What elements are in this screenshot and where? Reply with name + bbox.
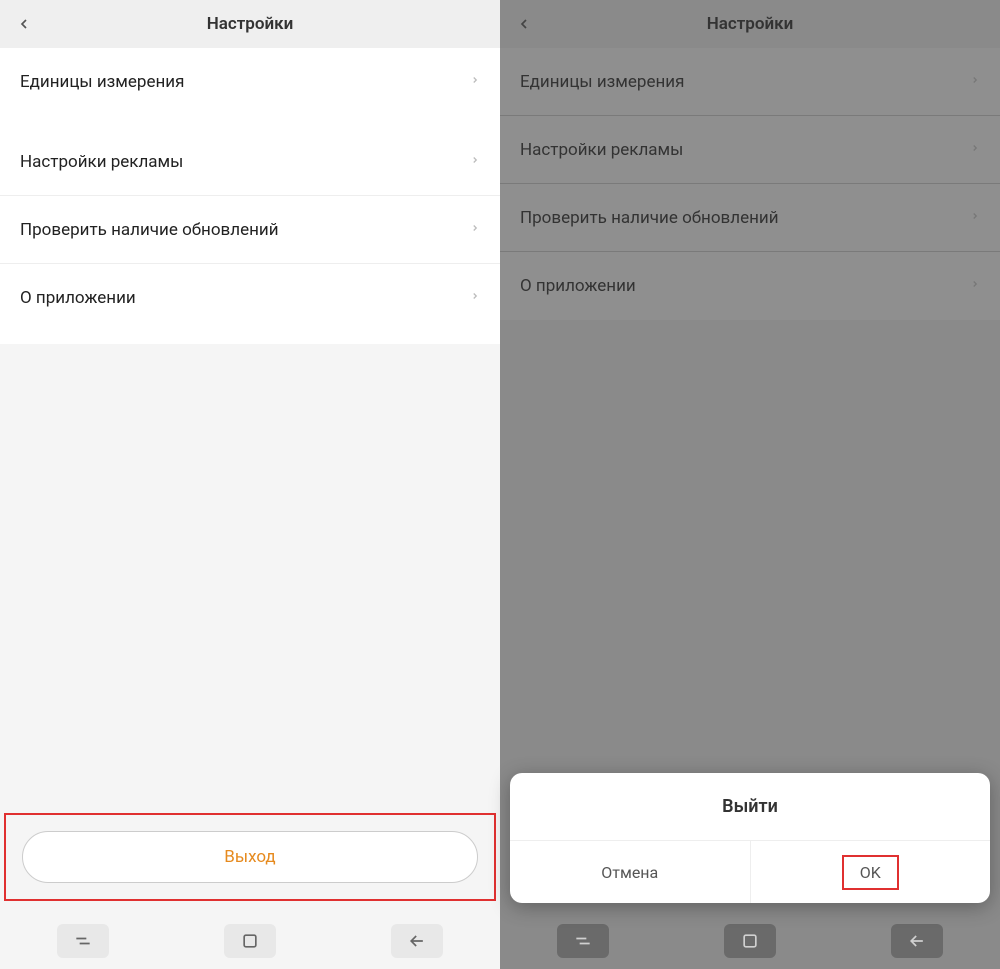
home-icon [240, 931, 260, 951]
back-arrow-icon [907, 931, 927, 951]
logout-dialog: Выйти Отмена OK [510, 773, 990, 903]
dialog-title: Выйти [510, 773, 990, 841]
item-about[interactable]: О приложении [0, 264, 500, 332]
chevron-right-icon [470, 72, 480, 92]
ok-label: OK [860, 863, 881, 882]
item-updates[interactable]: Проверить наличие обновлений [0, 196, 500, 264]
dialog-ok-button[interactable]: OK [751, 841, 991, 903]
chevron-right-icon [470, 152, 480, 172]
list-group-2: Настройки рекламы Проверить наличие обно… [0, 128, 500, 332]
list-group: Единицы измерения Настройки рекламы Пров… [500, 48, 1000, 320]
back-button[interactable] [500, 0, 548, 48]
item-about[interactable]: О приложении [500, 252, 1000, 320]
logout-highlight: Выход [4, 813, 496, 901]
settings-list: Единицы измерения Настройки рекламы Пров… [0, 48, 500, 344]
chevron-right-icon [970, 276, 980, 296]
page-title: Настройки [0, 14, 500, 34]
cancel-label: Отмена [601, 863, 658, 882]
chevron-right-icon [970, 140, 980, 160]
chevron-right-icon [970, 208, 980, 228]
item-label: Настройки рекламы [20, 152, 183, 172]
logout-button[interactable]: Выход [22, 831, 478, 883]
spacer [0, 344, 500, 813]
nav-back-button[interactable] [391, 924, 443, 958]
header: Настройки [0, 0, 500, 48]
item-ads[interactable]: Настройки рекламы [500, 116, 1000, 184]
screen-settings-right: Настройки Единицы измерения Настройки ре… [500, 0, 1000, 969]
nav-home-button[interactable] [724, 924, 776, 958]
back-button[interactable] [0, 0, 48, 48]
chevron-right-icon [470, 220, 480, 240]
dialog-buttons: Отмена OK [510, 841, 990, 903]
logout-label: Выход [224, 847, 275, 867]
item-units[interactable]: Единицы измерения [500, 48, 1000, 116]
item-ads[interactable]: Настройки рекламы [0, 128, 500, 196]
item-label: Единицы измерения [520, 72, 684, 92]
back-arrow-icon [407, 931, 427, 951]
dialog-cancel-button[interactable]: Отмена [510, 841, 751, 903]
page-title: Настройки [500, 14, 1000, 34]
header: Настройки [500, 0, 1000, 48]
chevron-left-icon [516, 16, 532, 32]
item-label: О приложении [520, 276, 636, 296]
item-label: О приложении [20, 288, 136, 308]
item-units[interactable]: Единицы измерения [0, 48, 500, 116]
list-group-1: Единицы измерения [0, 48, 500, 116]
nav-home-button[interactable] [224, 924, 276, 958]
ok-highlight: OK [842, 855, 899, 890]
recent-icon [73, 931, 93, 951]
home-icon [740, 931, 760, 951]
item-label: Проверить наличие обновлений [20, 220, 279, 240]
item-label: Настройки рекламы [520, 140, 683, 160]
nav-back-button[interactable] [891, 924, 943, 958]
system-navbar [500, 913, 1000, 969]
item-label: Проверить наличие обновлений [520, 208, 779, 228]
recent-icon [573, 931, 593, 951]
settings-list: Единицы измерения Настройки рекламы Пров… [500, 48, 1000, 320]
system-navbar [0, 913, 500, 969]
item-updates[interactable]: Проверить наличие обновлений [500, 184, 1000, 252]
nav-recent-button[interactable] [557, 924, 609, 958]
chevron-left-icon [16, 16, 32, 32]
chevron-right-icon [470, 288, 480, 308]
chevron-right-icon [970, 72, 980, 92]
nav-recent-button[interactable] [57, 924, 109, 958]
item-label: Единицы измерения [20, 72, 184, 92]
screen-settings-left: Настройки Единицы измерения Настройки ре… [0, 0, 500, 969]
